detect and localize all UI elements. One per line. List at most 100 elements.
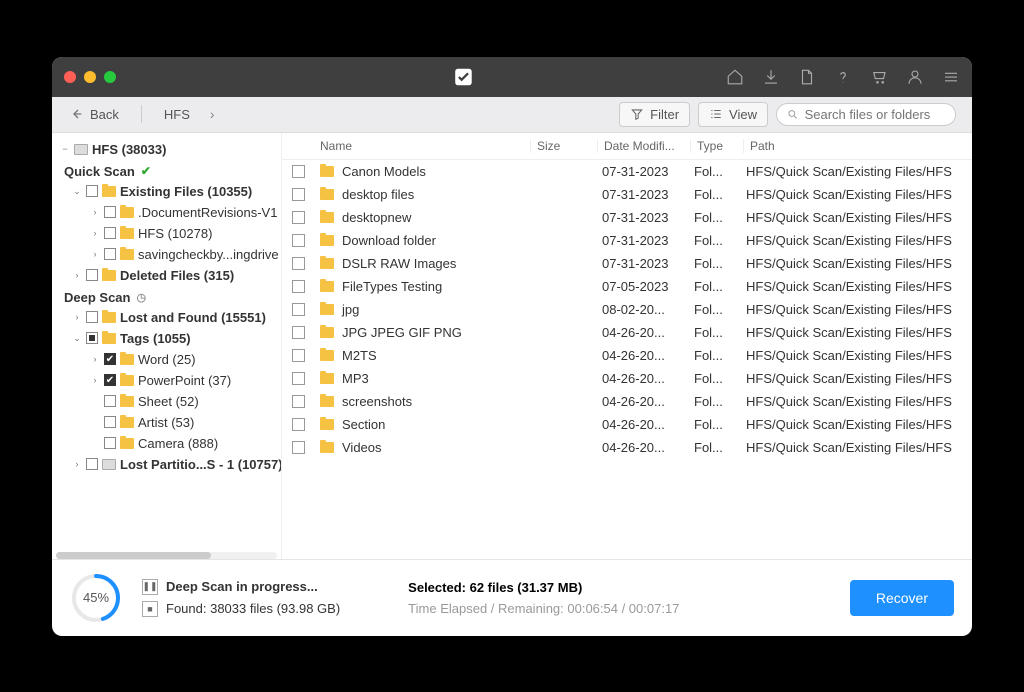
filter-button[interactable]: Filter <box>619 102 690 127</box>
file-row[interactable]: Section 04-26-20... Fol... HFS/Quick Sca… <box>282 413 972 436</box>
tree-savingcheck[interactable]: › savingcheckby...ingdrive <box>60 244 282 265</box>
document-icon[interactable] <box>798 68 816 86</box>
checkbox[interactable] <box>292 303 305 316</box>
file-type: Fol... <box>694 440 740 455</box>
checkbox[interactable] <box>86 311 98 323</box>
checkbox[interactable] <box>292 418 305 431</box>
tree-powerpoint[interactable]: › ✔ PowerPoint (37) <box>60 370 282 391</box>
expand-toggle[interactable]: › <box>72 312 82 322</box>
col-date[interactable]: Date Modifi... <box>604 139 690 153</box>
expand-toggle[interactable]: › <box>90 249 100 259</box>
folder-icon <box>320 396 334 407</box>
folder-icon <box>120 207 134 218</box>
expand-toggle[interactable]: − <box>60 144 70 154</box>
file-row[interactable]: Download folder 07-31-2023 Fol... HFS/Qu… <box>282 229 972 252</box>
checkbox[interactable] <box>292 280 305 293</box>
download-icon[interactable] <box>762 68 780 86</box>
checkbox[interactable] <box>86 185 98 197</box>
menu-icon[interactable] <box>942 68 960 86</box>
tree-existing-files[interactable]: ⌄ Existing Files (10355) <box>60 181 282 202</box>
checkbox[interactable] <box>292 188 305 201</box>
scrollbar-thumb[interactable] <box>56 552 211 559</box>
view-button[interactable]: View <box>698 102 768 127</box>
checkbox[interactable] <box>292 372 305 385</box>
file-path: HFS/Quick Scan/Existing Files/HFS <box>746 279 962 294</box>
checkbox[interactable] <box>86 269 98 281</box>
pause-button[interactable]: ❚❚ <box>142 579 158 595</box>
horizontal-scrollbar[interactable] <box>56 552 277 559</box>
checkbox[interactable] <box>104 248 116 260</box>
tree-sheet[interactable]: › Sheet (52) <box>60 391 282 412</box>
tree-camera[interactable]: › Camera (888) <box>60 433 282 454</box>
checkbox[interactable] <box>104 395 116 407</box>
expand-toggle[interactable]: › <box>90 354 100 364</box>
expand-toggle[interactable]: › <box>90 207 100 217</box>
folder-icon <box>320 442 334 453</box>
found-status: Found: 38033 files (93.98 GB) <box>166 601 340 616</box>
expand-toggle[interactable]: › <box>72 270 82 280</box>
checkbox[interactable] <box>86 332 98 344</box>
tree-root[interactable]: − HFS (38033) <box>60 139 282 160</box>
tree-artist[interactable]: › Artist (53) <box>60 412 282 433</box>
zoom-light[interactable] <box>104 71 116 83</box>
file-row[interactable]: Canon Models 07-31-2023 Fol... HFS/Quick… <box>282 160 972 183</box>
expand-toggle[interactable]: › <box>90 228 100 238</box>
tree-lost-partition[interactable]: › Lost Partitio...S - 1 (10757) <box>60 454 282 475</box>
col-path[interactable]: Path <box>750 139 962 153</box>
checkbox[interactable] <box>292 395 305 408</box>
file-row[interactable]: jpg 08-02-20... Fol... HFS/Quick Scan/Ex… <box>282 298 972 321</box>
file-type: Fol... <box>694 256 740 271</box>
back-button[interactable]: Back <box>68 106 119 122</box>
close-light[interactable] <box>64 71 76 83</box>
recover-button[interactable]: Recover <box>850 580 954 616</box>
checkbox[interactable] <box>104 206 116 218</box>
file-row[interactable]: screenshots 04-26-20... Fol... HFS/Quick… <box>282 390 972 413</box>
col-type[interactable]: Type <box>697 139 743 153</box>
tree-deleted-files[interactable]: › Deleted Files (315) <box>60 265 282 286</box>
tree-hfs[interactable]: › HFS (10278) <box>60 223 282 244</box>
file-row[interactable]: M2TS 04-26-20... Fol... HFS/Quick Scan/E… <box>282 344 972 367</box>
cart-icon[interactable] <box>870 68 888 86</box>
checkbox[interactable] <box>104 437 116 449</box>
user-icon[interactable] <box>906 68 924 86</box>
checkbox[interactable]: ✔ <box>104 353 116 365</box>
checkbox[interactable] <box>292 441 305 454</box>
checkbox[interactable] <box>292 349 305 362</box>
tree-word[interactable]: › ✔ Word (25) <box>60 349 282 370</box>
file-row[interactable]: FileTypes Testing 07-05-2023 Fol... HFS/… <box>282 275 972 298</box>
search-box[interactable] <box>776 103 956 126</box>
file-row[interactable]: desktopnew 07-31-2023 Fol... HFS/Quick S… <box>282 206 972 229</box>
search-input[interactable] <box>805 107 945 122</box>
folder-icon <box>120 375 134 386</box>
checkbox[interactable] <box>292 257 305 270</box>
minimize-light[interactable] <box>84 71 96 83</box>
file-row[interactable]: MP3 04-26-20... Fol... HFS/Quick Scan/Ex… <box>282 367 972 390</box>
file-row[interactable]: JPG JPEG GIF PNG 04-26-20... Fol... HFS/… <box>282 321 972 344</box>
tree-lost-found[interactable]: › Lost and Found (15551) <box>60 307 282 328</box>
checkbox[interactable] <box>292 234 305 247</box>
stop-button[interactable]: ■ <box>142 601 158 617</box>
checkbox[interactable]: ✔ <box>104 374 116 386</box>
expand-toggle[interactable]: › <box>90 375 100 385</box>
checkbox[interactable] <box>104 227 116 239</box>
expand-toggle[interactable]: › <box>72 459 82 469</box>
home-icon[interactable] <box>726 68 744 86</box>
elapsed-status: Time Elapsed / Remaining: 00:06:54 / 00:… <box>408 601 679 616</box>
expand-toggle[interactable]: ⌄ <box>72 333 82 344</box>
checkbox[interactable] <box>292 211 305 224</box>
checkbox[interactable] <box>292 326 305 339</box>
file-row[interactable]: Videos 04-26-20... Fol... HFS/Quick Scan… <box>282 436 972 459</box>
file-name: desktop files <box>342 187 414 202</box>
checkbox[interactable] <box>292 165 305 178</box>
expand-toggle[interactable]: ⌄ <box>72 186 82 197</box>
file-date: 04-26-20... <box>602 417 688 432</box>
file-date: 07-31-2023 <box>602 187 688 202</box>
help-icon[interactable] <box>834 68 852 86</box>
checkbox[interactable] <box>104 416 116 428</box>
file-row[interactable]: DSLR RAW Images 07-31-2023 Fol... HFS/Qu… <box>282 252 972 275</box>
tree-tags[interactable]: ⌄ Tags (1055) <box>60 328 282 349</box>
tree-docrev[interactable]: › .DocumentRevisions-V1 <box>60 202 282 223</box>
file-row[interactable]: desktop files 07-31-2023 Fol... HFS/Quic… <box>282 183 972 206</box>
checkbox[interactable] <box>86 458 98 470</box>
breadcrumb[interactable]: HFS <box>164 107 190 122</box>
